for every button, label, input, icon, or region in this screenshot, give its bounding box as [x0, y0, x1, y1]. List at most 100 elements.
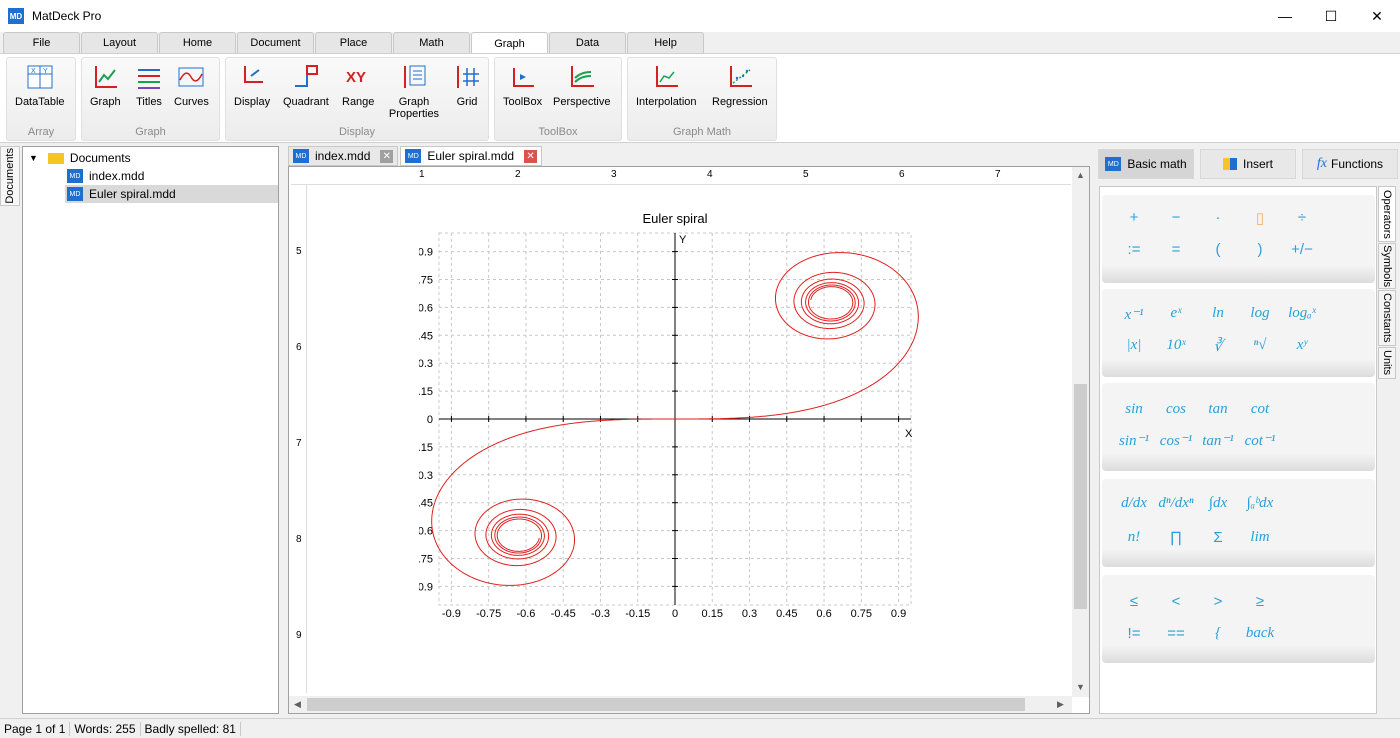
- scroll-right-icon[interactable]: ▶: [1057, 699, 1064, 710]
- arccot-button[interactable]: cot⁻¹: [1242, 431, 1278, 450]
- fraction-button[interactable]: ▯: [1242, 209, 1278, 227]
- tab-data[interactable]: Data: [549, 32, 626, 53]
- close-tab-icon[interactable]: ✕: [380, 149, 394, 163]
- tree-item[interactable]: MD index.mdd: [67, 167, 144, 185]
- tab-functions[interactable]: fx Functions: [1302, 149, 1398, 179]
- brace-button[interactable]: {: [1200, 625, 1236, 642]
- nth-derivative-button[interactable]: dⁿ/dxⁿ: [1158, 495, 1194, 512]
- doc-tab-label: Euler spiral.mdd: [427, 149, 515, 163]
- cube-root-button[interactable]: ∛: [1200, 337, 1236, 356]
- tab-graph[interactable]: Graph: [471, 32, 548, 54]
- log-button[interactable]: log: [1242, 305, 1278, 322]
- euler-spiral-chart[interactable]: Euler spiral -0.9 -0.75 -0.6 -0.45 -0.3 -0.15 0…: [419, 211, 939, 621]
- derivative-button[interactable]: d/dx: [1116, 495, 1152, 512]
- vertical-scroll-thumb[interactable]: [1074, 384, 1087, 609]
- less-equal-button[interactable]: ≤: [1116, 593, 1152, 610]
- not-equal-button[interactable]: !=: [1116, 625, 1152, 642]
- tab-file[interactable]: File: [3, 32, 80, 53]
- display-icon: [244, 66, 264, 83]
- ten-power-button[interactable]: 10ˣ: [1158, 337, 1194, 354]
- definite-integral-button[interactable]: ∫ₐᵇdx: [1242, 495, 1278, 512]
- plus-button[interactable]: +: [1116, 209, 1152, 226]
- tree-root[interactable]: ▼ Documents: [29, 149, 131, 167]
- interpolation-button[interactable]: Interpolation: [636, 62, 697, 108]
- tab-place[interactable]: Place: [315, 32, 392, 53]
- back-button[interactable]: back: [1242, 625, 1278, 642]
- horizontal-scrollbar[interactable]: ◀ ▶: [289, 696, 1072, 713]
- documents-side-tab[interactable]: Documents: [0, 146, 20, 206]
- side-tab-units[interactable]: Units: [1378, 347, 1396, 379]
- greater-than-button[interactable]: >: [1200, 593, 1236, 610]
- datatable-button[interactable]: XY DataTable: [15, 62, 65, 108]
- document-editor[interactable]: 1 2 3 4 5 6 7 5 6 7 8 9 Euler spiral -0.9…: [288, 166, 1090, 714]
- display-button[interactable]: Display: [234, 62, 270, 108]
- tab-home[interactable]: Home: [159, 32, 236, 53]
- horizontal-scroll-thumb[interactable]: [307, 698, 1025, 711]
- greater-equal-button[interactable]: ≥: [1242, 593, 1278, 610]
- divide-button[interactable]: ÷: [1284, 209, 1320, 226]
- range-button[interactable]: XY Range: [342, 62, 374, 108]
- ln-button[interactable]: ln: [1200, 305, 1236, 322]
- close-paren-button[interactable]: ): [1242, 241, 1278, 258]
- multiply-button[interactable]: ·: [1200, 209, 1236, 226]
- toolbox-button[interactable]: ToolBox: [503, 62, 542, 108]
- curves-button[interactable]: Curves: [174, 62, 209, 108]
- scroll-down-icon[interactable]: ▼: [1076, 682, 1085, 692]
- product-button[interactable]: ∏: [1158, 529, 1194, 546]
- titles-button[interactable]: Titles: [134, 62, 164, 108]
- tree-item-selected[interactable]: MD Euler spiral.mdd: [65, 185, 278, 203]
- nth-root-button[interactable]: ⁿ√: [1242, 337, 1278, 354]
- power-button[interactable]: xʸ: [1284, 337, 1320, 354]
- tan-button[interactable]: tan: [1200, 401, 1236, 418]
- tab-layout[interactable]: Layout: [81, 32, 158, 53]
- abs-button[interactable]: |x|: [1116, 337, 1152, 354]
- side-tab-symbols[interactable]: Symbols: [1378, 243, 1396, 289]
- doc-tab-index[interactable]: MD index.mdd ✕: [288, 146, 399, 166]
- cot-button[interactable]: cot: [1242, 401, 1278, 418]
- exp-button[interactable]: eˣ: [1158, 305, 1194, 322]
- doc-tab-euler-spiral[interactable]: MD Euler spiral.mdd ✕: [400, 146, 543, 166]
- inverse-button[interactable]: x⁻¹: [1116, 305, 1152, 324]
- close-tab-icon[interactable]: ✕: [524, 149, 538, 163]
- tab-basic-math[interactable]: MD Basic math: [1098, 149, 1194, 179]
- equals-button[interactable]: =: [1158, 241, 1194, 258]
- arctan-button[interactable]: tan⁻¹: [1200, 431, 1236, 450]
- minus-button[interactable]: −: [1158, 209, 1194, 226]
- open-paren-button[interactable]: (: [1200, 241, 1236, 258]
- grid-button[interactable]: Grid: [452, 62, 482, 108]
- cos-button[interactable]: cos: [1158, 401, 1194, 418]
- log-base-button[interactable]: logₐˣ: [1284, 305, 1320, 322]
- maximize-button[interactable]: ☐: [1308, 0, 1354, 32]
- equality-button[interactable]: ==: [1158, 625, 1194, 642]
- less-than-button[interactable]: <: [1158, 593, 1194, 610]
- minimize-button[interactable]: —: [1262, 0, 1308, 32]
- graph-properties-button[interactable]: Graph Properties: [386, 62, 442, 120]
- sum-button[interactable]: Σ: [1200, 529, 1236, 546]
- close-button[interactable]: ✕: [1354, 0, 1400, 32]
- calculus-group: d/dx dⁿ/dxⁿ ∫dx ∫ₐᵇdx n! ∏ Σ lim: [1102, 479, 1375, 567]
- arccos-button[interactable]: cos⁻¹: [1158, 431, 1194, 450]
- scroll-left-icon[interactable]: ◀: [294, 699, 301, 710]
- svg-text:X: X: [31, 68, 36, 75]
- graph-button[interactable]: Graph: [90, 62, 121, 108]
- perspective-button[interactable]: Perspective: [553, 62, 610, 108]
- factorial-button[interactable]: n!: [1116, 529, 1152, 546]
- scroll-up-icon[interactable]: ▲: [1076, 170, 1085, 180]
- collapse-chevron-icon[interactable]: ▼: [29, 153, 38, 163]
- tab-document[interactable]: Document: [237, 32, 314, 53]
- plus-minus-button[interactable]: +/−: [1284, 241, 1320, 258]
- tab-insert[interactable]: Insert: [1200, 149, 1296, 179]
- documents-side-tab-label: Documents: [4, 148, 16, 204]
- integral-button[interactable]: ∫dx: [1200, 495, 1236, 512]
- quadrant-button[interactable]: Quadrant: [283, 62, 329, 108]
- sin-button[interactable]: sin: [1116, 401, 1152, 418]
- assign-button[interactable]: :=: [1116, 241, 1152, 258]
- limit-button[interactable]: lim: [1242, 529, 1278, 546]
- arcsin-button[interactable]: sin⁻¹: [1116, 431, 1152, 450]
- vertical-scrollbar[interactable]: ▲ ▼: [1072, 167, 1089, 697]
- side-tab-operators[interactable]: Operators: [1378, 186, 1396, 242]
- regression-button[interactable]: Regression: [712, 62, 768, 108]
- side-tab-constants[interactable]: Constants: [1378, 290, 1396, 346]
- tab-help[interactable]: Help: [627, 32, 704, 53]
- tab-math[interactable]: Math: [393, 32, 470, 53]
